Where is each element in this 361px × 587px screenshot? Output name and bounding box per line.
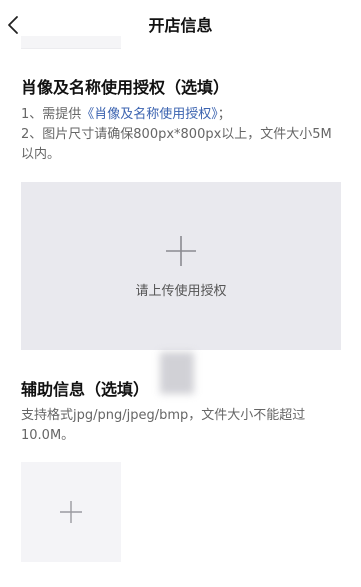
- page-title: 开店信息: [148, 16, 213, 35]
- aux-upload-box[interactable]: [21, 462, 121, 562]
- portrait-description: 1、需提供《肖像及名称使用授权》； 2、图片尺寸请确保800px*800px以上…: [21, 105, 341, 165]
- authorization-link[interactable]: 《肖像及名称使用授权》: [81, 107, 218, 122]
- aux-section-title: 辅助信息（选填）: [21, 380, 150, 399]
- previous-upload-box[interactable]: [21, 36, 121, 49]
- plus-icon: [166, 236, 196, 266]
- portrait-line-1: 1、需提供《肖像及名称使用授权》；: [21, 105, 341, 125]
- line1-suffix: ；: [217, 107, 231, 122]
- aux-description: 支持格式jpg/png/jpeg/bmp，文件大小不能超过10.0M。: [21, 408, 306, 443]
- portrait-section-title: 肖像及名称使用授权（选填）: [21, 78, 230, 97]
- portrait-line-2: 2、图片尺寸请确保800px*800px以上，文件大小5M以内。: [21, 127, 332, 162]
- blurred-overlay: [160, 352, 194, 394]
- line1-prefix: 1、需提供: [21, 107, 82, 122]
- upload-label: 请上传使用授权: [135, 284, 227, 299]
- plus-icon: [60, 501, 82, 523]
- chevron-left-icon: [8, 16, 18, 34]
- back-button[interactable]: [2, 12, 24, 38]
- portrait-upload-box[interactable]: 请上传使用授权: [21, 182, 341, 350]
